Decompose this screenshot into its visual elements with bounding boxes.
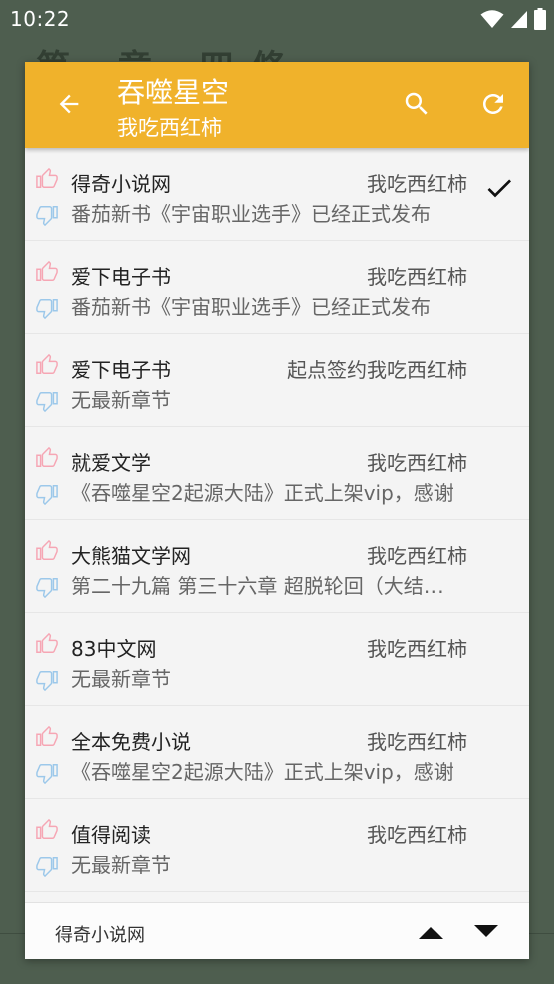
source-author: 我吃西红柿 xyxy=(367,823,467,847)
battery-icon xyxy=(534,8,546,30)
dialog-toolbar: 吞噬星空 我吃西红柿 xyxy=(25,62,529,148)
refresh-icon xyxy=(483,94,503,114)
thumb-up-icon[interactable] xyxy=(36,261,58,283)
current-source-label: 得奇小说网 xyxy=(55,925,145,946)
thumb-up-icon[interactable] xyxy=(36,633,58,655)
thumb-up-icon[interactable] xyxy=(36,354,58,376)
thumb-down-icon[interactable] xyxy=(36,669,58,691)
source-row[interactable]: 爱下电子书 我吃西红柿番茄新书《宇宙职业选手》已经正式发布 xyxy=(25,241,529,334)
thumb-down-icon[interactable] xyxy=(36,297,58,319)
source-row[interactable]: 就爱文学 我吃西红柿《吞噬星空2起源大陆》正式上架vip，感谢 xyxy=(25,427,529,520)
source-row[interactable]: 大熊猫文学网 我吃西红柿第二十九篇 第三十六章 超脱轮回（大结局） xyxy=(25,520,529,613)
source-author: 我吃西红柿 xyxy=(367,730,467,754)
change-source-dialog: 吞噬星空 我吃西红柿 得奇小说网 我吃西红柿 番茄新书《宇宙职业选手》已经正式发布爱… xyxy=(25,62,529,959)
thumb-down-icon[interactable] xyxy=(36,483,58,505)
source-latest-chapter: 《吞噬星空2起源大陆》正式上架vip，感谢 xyxy=(71,481,454,505)
source-row[interactable]: 83中文网 我吃西红柿无最新章节 xyxy=(25,613,529,706)
source-origin: 得奇小说网 xyxy=(71,172,171,196)
thumb-up-icon[interactable] xyxy=(36,540,58,562)
bottom-bar: 得奇小说网 xyxy=(25,902,529,959)
triangle-down-icon xyxy=(474,925,498,937)
source-author: 起点签约我吃西红柿 xyxy=(287,358,467,382)
source-author: 我吃西红柿 xyxy=(367,544,467,568)
source-row[interactable]: 得奇小说网 我吃西红柿番茄新书《宇宙职业选手》已经正式发布 xyxy=(25,148,529,241)
source-latest-chapter: 番茄新书《宇宙职业选手》已经正式发布 xyxy=(71,295,431,319)
source-origin: 83中文网 xyxy=(71,637,157,661)
source-latest-chapter: 《吞噬星空2起源大陆》正式上架vip，感谢 xyxy=(71,760,454,784)
source-latest-chapter: 番茄新书《宇宙职业选手》已经正式发布 xyxy=(71,202,431,226)
status-bar: 10:22 xyxy=(0,0,554,38)
status-time: 10:22 xyxy=(10,7,71,31)
scroll-down-button[interactable] xyxy=(468,917,504,947)
source-row[interactable]: 全本免费小说 我吃西红柿《吞噬星空2起源大陆》正式上架vip，感谢 xyxy=(25,706,529,799)
source-author: 我吃西红柿 xyxy=(367,172,467,196)
source-origin: 爱下电子书 xyxy=(71,358,171,382)
thumb-down-icon[interactable] xyxy=(36,855,58,877)
book-author: 我吃西红柿 xyxy=(117,116,222,140)
thumb-down-icon[interactable] xyxy=(36,204,58,226)
source-author: 我吃西红柿 xyxy=(367,265,467,289)
wifi-icon xyxy=(480,10,504,28)
arrow-left-icon xyxy=(59,94,79,114)
refresh-button[interactable] xyxy=(473,84,513,124)
thumb-up-icon[interactable] xyxy=(36,819,58,841)
source-author: 我吃西红柿 xyxy=(367,637,467,661)
source-origin: 大熊猫文学网 xyxy=(71,544,191,568)
source-latest-chapter: 无最新章节 xyxy=(71,853,171,877)
source-list[interactable]: 得奇小说网 我吃西红柿 番茄新书《宇宙职业选手》已经正式发布 爱下电子书 我吃西红柿 番茄… xyxy=(25,148,529,902)
check-icon xyxy=(487,179,511,198)
back-button[interactable] xyxy=(49,84,89,124)
source-row[interactable]: 爱下电子书 起点签约我吃西红柿无最新章节 xyxy=(25,334,529,427)
source-latest-chapter: 无最新章节 xyxy=(71,388,171,412)
source-origin: 全本免费小说 xyxy=(71,730,191,754)
thumb-up-icon[interactable] xyxy=(36,726,58,748)
source-row[interactable]: 值得阅读 我吃西红柿无最新章节 xyxy=(25,799,529,892)
source-origin: 值得阅读 xyxy=(71,823,151,847)
search-button[interactable] xyxy=(397,84,437,124)
source-latest-chapter: 第二十九篇 第三十六章 超脱轮回（大结局） xyxy=(71,574,463,598)
thumb-down-icon[interactable] xyxy=(36,390,58,412)
source-latest-chapter: 无最新章节 xyxy=(71,667,171,691)
triangle-up-icon xyxy=(419,927,443,939)
thumb-down-icon[interactable] xyxy=(36,576,58,598)
status-icons xyxy=(480,7,546,31)
scroll-up-button[interactable] xyxy=(413,917,449,947)
cellular-signal-icon xyxy=(511,11,527,28)
book-title: 吞噬星空 xyxy=(117,76,230,109)
thumb-up-icon[interactable] xyxy=(36,168,58,190)
source-origin: 就爱文学 xyxy=(71,451,151,475)
thumb-down-icon[interactable] xyxy=(36,762,58,784)
thumb-up-icon[interactable] xyxy=(36,447,58,469)
search-icon xyxy=(405,92,428,115)
source-author: 我吃西红柿 xyxy=(367,451,467,475)
source-origin: 爱下电子书 xyxy=(71,265,171,289)
